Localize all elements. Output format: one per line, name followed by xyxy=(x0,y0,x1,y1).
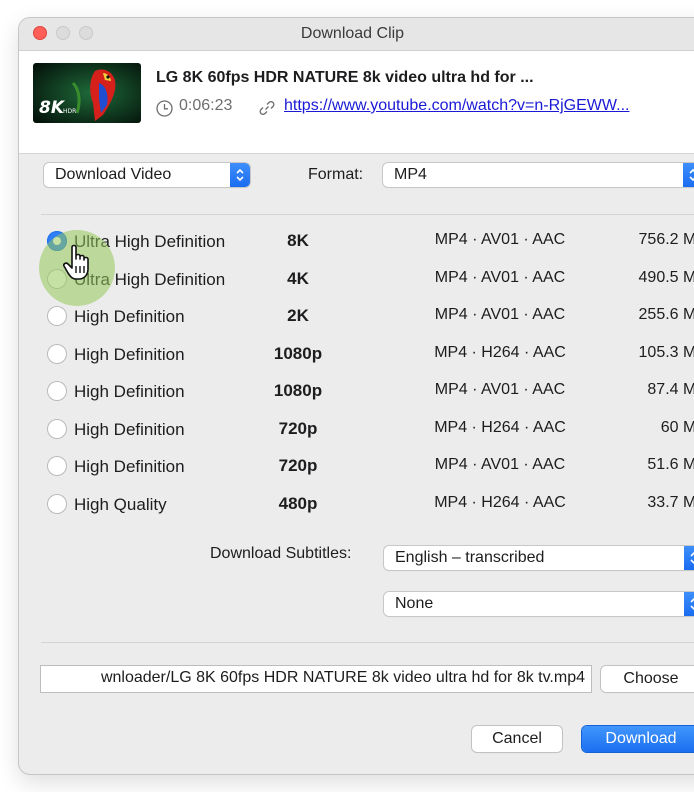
quality-label: High Definition xyxy=(74,307,185,326)
subtitles-language-select[interactable]: English – transcribed xyxy=(384,546,694,570)
codec-label: MP4 · AV01 · AAC xyxy=(434,381,566,398)
quality-option-row[interactable]: High Definition 1080p MP4 · AV01 · AAC 87.4… xyxy=(47,378,694,406)
divider xyxy=(41,642,694,643)
svg-text:8K: 8K xyxy=(39,98,66,118)
clip-thumbnail: 8K HDR xyxy=(33,63,141,123)
link-icon xyxy=(259,101,275,115)
codec-label: MP4 · H264 · AAC xyxy=(434,344,566,361)
format-label: Format: xyxy=(308,166,364,183)
codec-label: MP4 · AV01 · AAC xyxy=(434,306,566,323)
quality-option-row[interactable]: High Definition 720p MP4 · H264 · AAC 60 MB xyxy=(47,416,694,444)
quality-label: High Definition xyxy=(74,457,185,476)
hand-pointer-icon xyxy=(63,244,89,280)
resolution-label: 720p xyxy=(278,419,318,438)
file-size-label: 490.5 MB xyxy=(638,269,694,286)
clip-title: LG 8K 60fps HDR NATURE 8k video ultra hd… xyxy=(156,69,534,86)
file-size-label: 60 MB xyxy=(660,419,694,436)
radio-button[interactable] xyxy=(47,381,67,401)
divider xyxy=(41,214,694,215)
clip-url-link[interactable]: https://www.youtube.com/watch?v=n-RjGEWW… xyxy=(284,97,629,115)
title-bar: Download Clip xyxy=(19,18,694,51)
file-size-label: 87.4 MB xyxy=(647,381,694,398)
file-size-label: 105.3 MB xyxy=(638,344,694,361)
format-select[interactable]: MP4 xyxy=(383,163,694,187)
save-path-field[interactable]: wnloader/LG 8K 60fps HDR NATURE 8k video… xyxy=(41,666,591,692)
chevron-up-down-icon xyxy=(684,592,694,616)
quality-option-row[interactable]: High Definition 1080p MP4 · H264 · AAC 105.… xyxy=(47,341,694,369)
window-title: Download Clip xyxy=(300,25,405,42)
subtitles-label: Download Subtitles: xyxy=(210,545,352,562)
quality-option-row[interactable]: High Quality 480p MP4 · H264 · AAC 33.7 MB xyxy=(47,491,694,519)
quality-label: High Definition xyxy=(74,382,185,401)
clock-icon xyxy=(156,100,173,117)
quality-label: High Definition xyxy=(74,420,185,439)
file-size-label: 255.6 MB xyxy=(638,306,694,323)
radio-button[interactable] xyxy=(47,344,67,364)
radio-button[interactable] xyxy=(47,306,67,326)
cancel-button[interactable]: Cancel xyxy=(472,726,562,752)
save-path-value: wnloader/LG 8K 60fps HDR NATURE 8k video… xyxy=(100,669,585,686)
subtitles-secondary-select[interactable]: None xyxy=(384,592,694,616)
quality-option-row[interactable]: Ultra High Definition 8K MP4 · AV01 · AAC 7… xyxy=(47,228,694,256)
download-clip-window: Download Clip 8K HDR LG 8K 60fps HDR NAT… xyxy=(19,18,694,774)
codec-label: MP4 · AV01 · AAC xyxy=(434,456,566,473)
download-mode-select[interactable]: Download Video xyxy=(44,163,250,187)
quality-label: High Quality xyxy=(74,495,167,514)
file-size-label: 51.6 MB xyxy=(647,456,694,473)
svg-text:HDR: HDR xyxy=(63,108,76,115)
quality-option-row[interactable]: High Definition 720p MP4 · AV01 · AAC 51.6 … xyxy=(47,453,694,481)
subtitles-secondary-value: None xyxy=(395,595,434,612)
download-button[interactable]: Download xyxy=(582,726,694,752)
file-size-label: 33.7 MB xyxy=(647,494,694,511)
choose-button[interactable]: Choose xyxy=(601,666,694,692)
subtitles-language-value: English – transcribed xyxy=(395,549,545,566)
resolution-label: 1080p xyxy=(273,381,323,400)
file-size-label: 756.2 MB xyxy=(638,231,694,248)
resolution-label: 4K xyxy=(287,269,309,288)
resolution-label: 2K xyxy=(287,306,309,325)
codec-label: MP4 · AV01 · AAC xyxy=(434,269,566,286)
download-mode-value: Download Video xyxy=(55,166,172,183)
quality-option-row[interactable]: High Definition 2K MP4 · AV01 · AAC 255.6 M… xyxy=(47,303,694,331)
clip-duration: 0:06:23 xyxy=(179,97,233,114)
resolution-label: 8K xyxy=(287,231,309,250)
radio-button[interactable] xyxy=(47,419,67,439)
resolution-label: 720p xyxy=(278,456,318,475)
quality-label: High Definition xyxy=(74,345,185,364)
chevron-up-down-icon xyxy=(684,546,694,570)
codec-label: MP4 · H264 · AAC xyxy=(434,494,566,511)
radio-button[interactable] xyxy=(47,456,67,476)
resolution-label: 1080p xyxy=(273,344,323,363)
codec-label: MP4 · H264 · AAC xyxy=(434,419,566,436)
chevron-up-down-icon xyxy=(683,163,694,187)
codec-label: MP4 · AV01 · AAC xyxy=(434,231,566,248)
resolution-label: 480p xyxy=(278,494,318,513)
radio-button[interactable] xyxy=(47,494,67,514)
quality-option-row[interactable]: Ultra High Definition 4K MP4 · AV01 · AAC 4… xyxy=(47,266,694,294)
clip-header: 8K HDR LG 8K 60fps HDR NATURE 8k video u… xyxy=(19,51,694,154)
format-value: MP4 xyxy=(394,166,427,183)
chevron-up-down-icon xyxy=(230,163,250,187)
